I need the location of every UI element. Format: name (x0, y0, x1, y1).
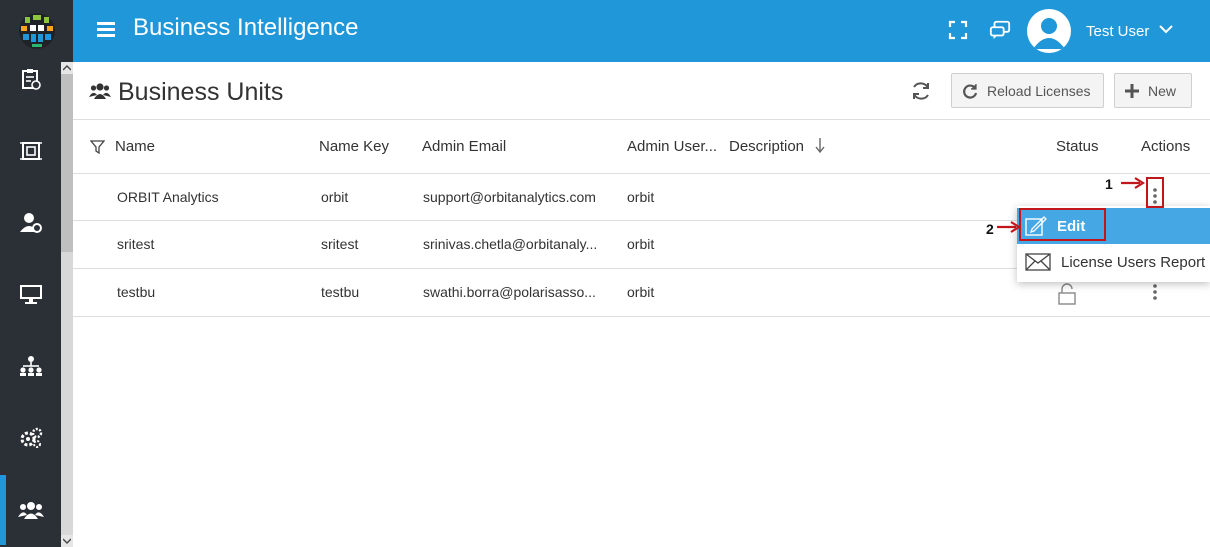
plus-icon (1125, 83, 1139, 98)
left-rail (0, 0, 73, 547)
cell-name-key: testbu (321, 284, 360, 300)
sidebar-item-clipboard[interactable] (0, 44, 61, 114)
sidebar-item-monitor[interactable] (0, 259, 61, 329)
header-divider (73, 119, 1210, 120)
new-label: New (1148, 82, 1177, 99)
hierarchy-icon (19, 356, 42, 376)
menu-item-license-users-report-label: License Users Report (1061, 253, 1206, 271)
column-header-description[interactable]: Description (729, 138, 804, 155)
chevron-up-icon (63, 65, 71, 71)
cell-admin-user: orbit (627, 189, 655, 205)
reload-licenses-label: Reload Licenses (987, 82, 1091, 99)
column-header-name-key[interactable]: Name Key (319, 138, 389, 155)
cell-name: sritest (117, 236, 155, 252)
new-button[interactable]: New (1114, 73, 1192, 108)
rail-scrollbar-thumb[interactable] (61, 74, 73, 252)
app-title: Business Intelligence (133, 14, 359, 41)
sidebar-item-gears[interactable] (0, 403, 61, 473)
avatar[interactable] (1027, 9, 1071, 53)
cell-admin-user: orbit (627, 284, 655, 300)
menu-icon[interactable] (97, 21, 115, 37)
menu-item-license-users-report[interactable]: License Users Report (1017, 244, 1210, 280)
cell-name: ORBIT Analytics (117, 189, 219, 205)
sidebar-item-hierarchy[interactable] (0, 331, 61, 401)
user-settings-icon (19, 213, 42, 233)
column-header-name[interactable]: Name (115, 138, 155, 155)
filter-icon[interactable] (90, 140, 105, 154)
frame-icon (19, 142, 42, 160)
cell-name: testbu (117, 284, 156, 300)
refresh-icon (913, 82, 929, 100)
cell-admin-email: swathi.borra@polarisasso... (423, 284, 596, 300)
sort-down-icon[interactable] (815, 137, 825, 153)
monitor-icon (19, 285, 42, 304)
cell-admin-email: support@orbitanalytics.com (423, 189, 596, 205)
kebab-menu-icon[interactable] (1152, 283, 1158, 301)
users-icon (17, 502, 44, 519)
cell-name-key: sritest (321, 236, 359, 252)
chat-icon[interactable] (989, 19, 1011, 41)
fullscreen-icon[interactable] (947, 19, 969, 41)
clipboard-icon (21, 69, 41, 90)
gears-icon (20, 427, 42, 448)
annotation-step-2: 2 (986, 221, 994, 237)
reload-icon (963, 83, 978, 99)
user-avatar-icon (1033, 18, 1065, 49)
sidebar-item-users[interactable] (0, 475, 61, 545)
refresh-button[interactable] (906, 77, 936, 105)
column-header-status[interactable]: Status (1056, 138, 1099, 155)
chevron-down-icon (63, 538, 71, 544)
cell-name-key: orbit (321, 189, 349, 205)
annotation-box-edit (1019, 208, 1106, 241)
page-title: Business Units (118, 78, 284, 106)
rail-scroll-down[interactable] (61, 535, 73, 547)
annotation-arrow-icon (1121, 177, 1146, 189)
envelope-icon (1025, 253, 1051, 271)
cell-admin-email: srinivas.chetla@orbitanaly... (423, 236, 598, 252)
cell-admin-user: orbit (627, 236, 655, 252)
annotation-step-1: 1 (1105, 176, 1113, 192)
users-icon (89, 83, 111, 99)
reload-licenses-button[interactable]: Reload Licenses (951, 73, 1104, 108)
annotation-box-kebab (1146, 177, 1164, 208)
column-header-admin-email[interactable]: Admin Email (422, 138, 506, 155)
column-header-actions: Actions (1141, 138, 1191, 155)
column-header-admin-user[interactable]: Admin User... (627, 138, 717, 155)
chevron-down-icon[interactable] (1159, 24, 1173, 34)
unlock-icon (1058, 283, 1076, 305)
sidebar-item-frame[interactable] (0, 116, 61, 186)
sidebar-item-user-settings[interactable] (0, 188, 61, 258)
top-header: Business Intelligence Test User (73, 0, 1210, 62)
rail-scroll-up[interactable] (61, 62, 73, 74)
app-window: Business Intelligence Test User Business… (0, 0, 1210, 547)
user-name[interactable]: Test User (1086, 23, 1149, 40)
